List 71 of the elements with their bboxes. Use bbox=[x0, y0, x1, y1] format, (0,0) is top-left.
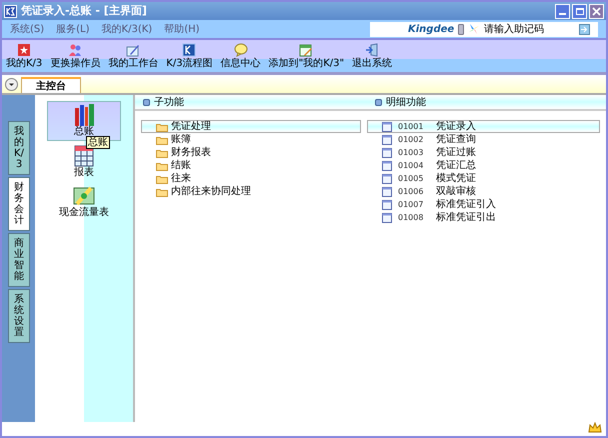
menu-item[interactable]: 我的K/3(K) bbox=[102, 22, 152, 36]
folder-icon bbox=[156, 122, 168, 132]
list-item[interactable]: 01005 模式凭证 bbox=[367, 172, 600, 185]
toolbar-button[interactable]: 我的K/3 bbox=[4, 43, 44, 70]
minimize-button[interactable] bbox=[555, 4, 570, 18]
star-icon bbox=[17, 43, 32, 57]
list-item[interactable]: 账簿 bbox=[141, 133, 361, 146]
chat-bubble-icon bbox=[234, 43, 248, 57]
list-item[interactable]: 01002 凭证查询 bbox=[367, 133, 600, 146]
list-item[interactable]: 01006 双敲审核 bbox=[367, 185, 600, 198]
menu-item[interactable]: 帮助(H) bbox=[164, 22, 200, 36]
calendar-pen-icon bbox=[299, 43, 314, 57]
folder-icon bbox=[156, 174, 168, 184]
maximize-button[interactable] bbox=[572, 4, 587, 18]
section-title: 子功能 bbox=[154, 96, 184, 110]
list-item[interactable]: 往来 bbox=[141, 172, 361, 185]
books-icon bbox=[72, 102, 96, 126]
go-button[interactable] bbox=[579, 24, 590, 34]
bullet-icon bbox=[143, 98, 150, 106]
search-placeholder: 请输入助记码 bbox=[484, 22, 544, 36]
document-icon bbox=[382, 200, 392, 210]
document-icon bbox=[382, 212, 392, 222]
people-icon bbox=[68, 43, 82, 57]
list-item[interactable]: 财务报表 bbox=[141, 146, 361, 159]
side-tab[interactable]: 我的K/3 bbox=[8, 121, 30, 175]
list-item[interactable]: 01001 凭证录入 bbox=[367, 120, 600, 133]
toolbar-button[interactable]: K/3流程图 bbox=[164, 43, 215, 70]
k3-icon bbox=[182, 43, 196, 57]
exit-icon bbox=[365, 43, 380, 57]
document-icon bbox=[382, 134, 392, 144]
folder-icon bbox=[156, 186, 168, 196]
crown-icon bbox=[588, 422, 602, 434]
close-icon bbox=[592, 6, 601, 16]
list-item[interactable]: 01004 凭证汇总 bbox=[367, 159, 600, 172]
section-title: 明细功能 bbox=[386, 96, 426, 110]
document-icon bbox=[382, 122, 392, 132]
brand-logo: Kingdee bbox=[408, 22, 454, 36]
document-icon bbox=[382, 148, 392, 158]
search-field[interactable]: Kingdee 请输入助记码 bbox=[370, 22, 598, 36]
list-item[interactable]: 凭证处理 bbox=[141, 120, 361, 133]
menu-item[interactable]: 服务(L) bbox=[56, 22, 90, 36]
side-tab[interactable]: 系统设置 bbox=[8, 289, 30, 343]
toolbar-button[interactable]: 退出系统 bbox=[350, 43, 394, 70]
list-item[interactable]: 01007 标准凭证引入 bbox=[367, 198, 600, 211]
app-icon bbox=[4, 4, 17, 18]
list-item[interactable]: 结账 bbox=[141, 159, 361, 172]
document-icon bbox=[382, 160, 392, 170]
document-tab[interactable]: 主控台 bbox=[21, 77, 81, 93]
tooltip: 总账 bbox=[86, 136, 110, 149]
dropdown-icon[interactable] bbox=[5, 78, 18, 91]
toolbar-button[interactable]: 更换操作员 bbox=[48, 43, 102, 70]
list-item[interactable]: 01008 标准凭证引出 bbox=[367, 211, 600, 224]
document-icon bbox=[382, 186, 392, 196]
menu-item[interactable]: 系统(S) bbox=[10, 22, 44, 36]
list-item[interactable]: 内部往来协同处理 bbox=[141, 185, 361, 198]
toolbar-button[interactable]: 我的工作台 bbox=[106, 43, 160, 70]
folder-icon bbox=[156, 160, 168, 170]
module-button[interactable]: 现金流量表 bbox=[47, 181, 121, 221]
arrow-icon bbox=[581, 26, 588, 32]
folder-icon bbox=[156, 148, 168, 158]
list-item[interactable]: 01003 凭证过账 bbox=[367, 146, 600, 159]
window-title: 凭证录入-总账 - [主界面] bbox=[21, 2, 147, 19]
phone-icon bbox=[458, 24, 464, 34]
document-icon bbox=[382, 174, 392, 184]
toolbar-button[interactable]: 信息中心 bbox=[218, 43, 263, 70]
side-tab[interactable]: 财务会计 bbox=[8, 177, 30, 231]
pen-icon bbox=[126, 43, 140, 57]
toolbar-button[interactable]: 添加到"我的K/3" bbox=[266, 43, 346, 70]
side-tab[interactable]: 商业智能 bbox=[8, 233, 30, 287]
close-button[interactable] bbox=[589, 4, 604, 18]
bullet-icon bbox=[375, 98, 382, 106]
